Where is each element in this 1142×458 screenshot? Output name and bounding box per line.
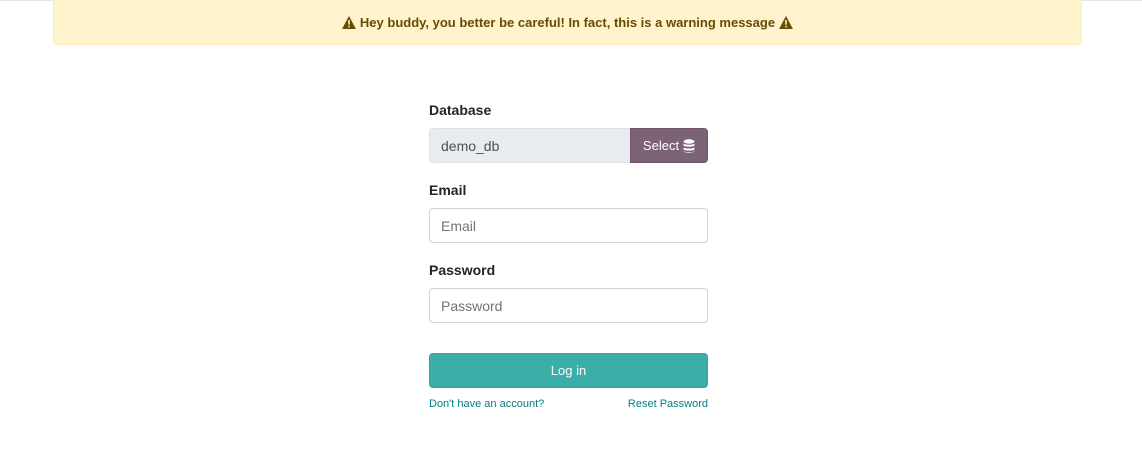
database-field: demo_db (429, 128, 630, 163)
database-icon (683, 138, 695, 153)
email-label: Email (429, 182, 467, 198)
warning-triangle-icon (341, 15, 356, 29)
reset-password-link[interactable]: Reset Password (628, 398, 708, 410)
select-button-label: Select (642, 138, 680, 153)
login-button[interactable]: Log in (429, 353, 708, 388)
password-field[interactable] (429, 288, 708, 323)
warning-triangle-icon (779, 15, 794, 29)
database-label: Database (429, 102, 492, 118)
signup-link[interactable]: Don't have an account? (429, 398, 544, 410)
warning-message: Hey buddy, you better be careful! In fac… (359, 14, 776, 30)
email-field[interactable] (429, 208, 708, 243)
warning-banner: Hey buddy, you better be careful! In fac… (53, 0, 1082, 45)
database-selector: demo_db Select (429, 128, 708, 163)
login-form: Database demo_db Select Email Password L… (429, 100, 708, 410)
password-label: Password (429, 262, 496, 278)
account-links: Don't have an account? Reset Password (429, 398, 708, 410)
select-database-button[interactable]: Select (630, 128, 708, 163)
